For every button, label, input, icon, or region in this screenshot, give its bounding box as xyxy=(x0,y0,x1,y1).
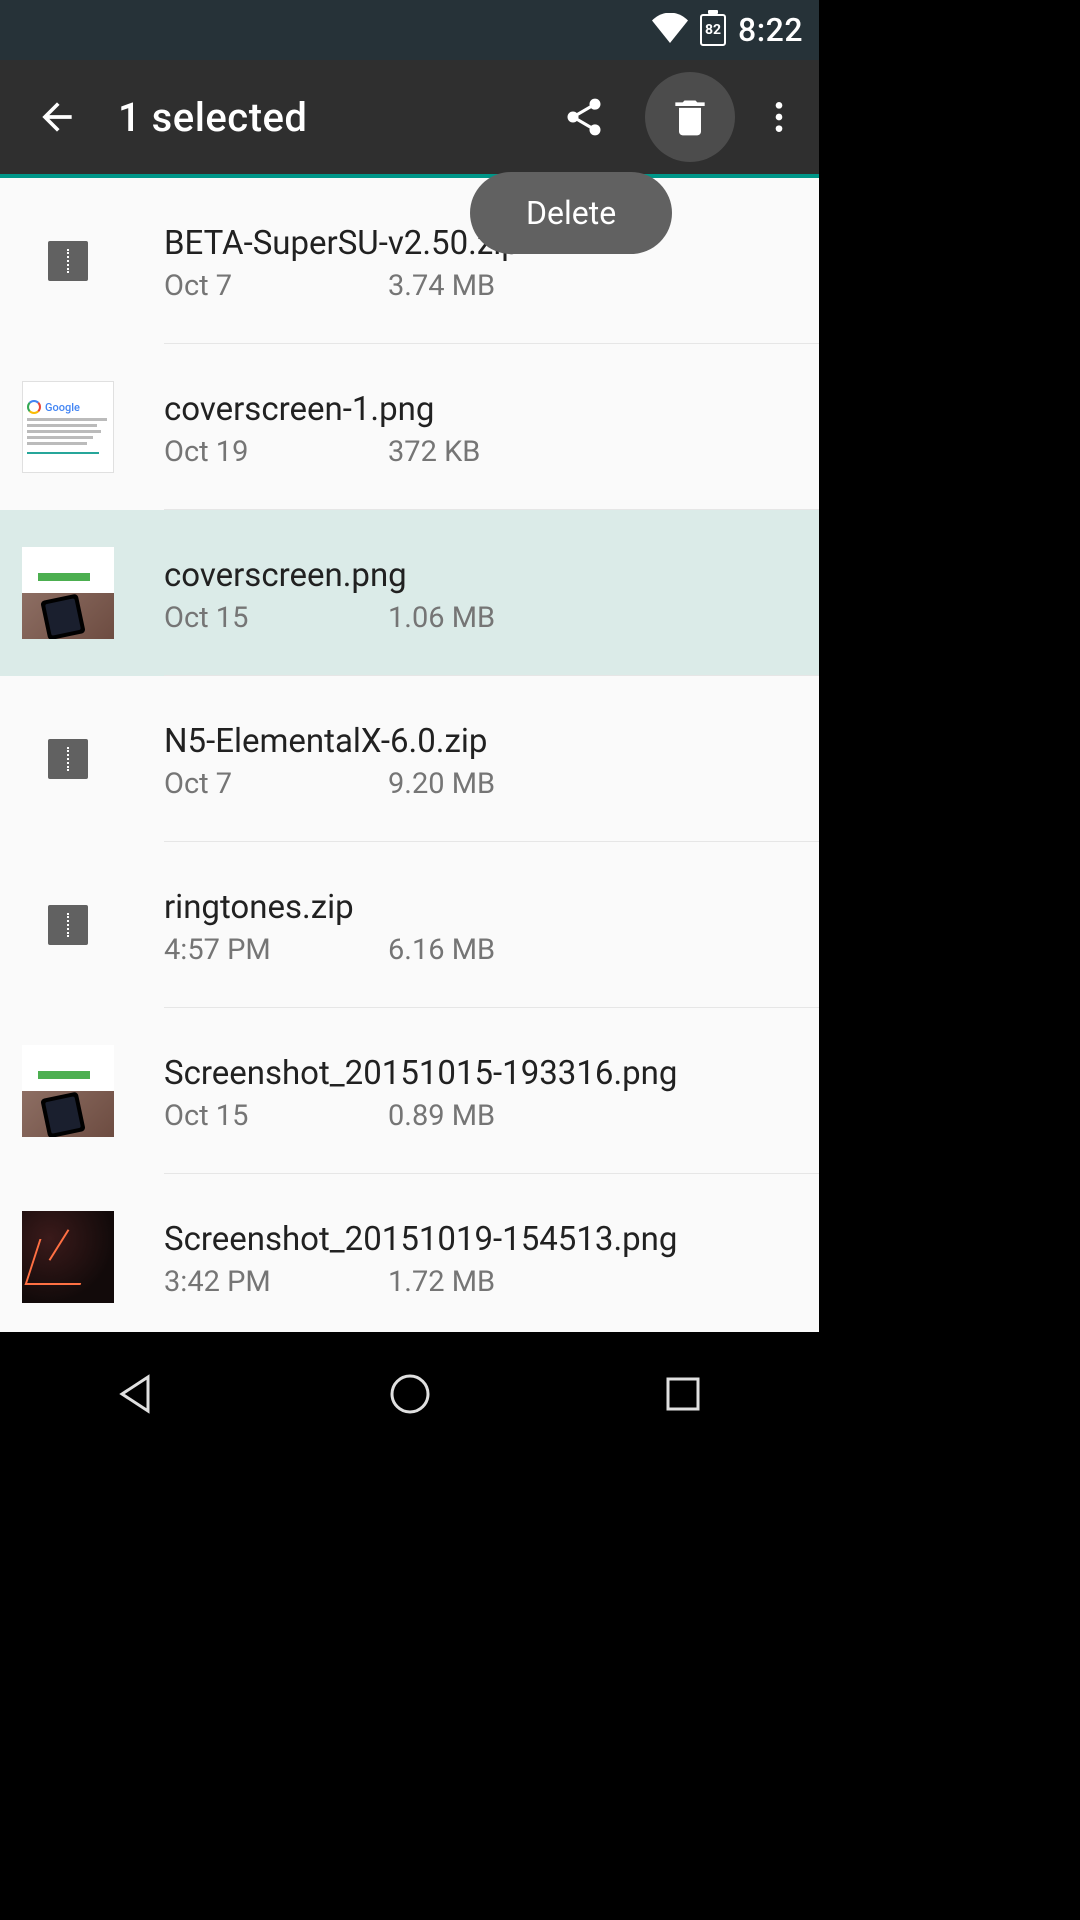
file-size: 1.72 MB xyxy=(388,1265,495,1299)
nav-home-button[interactable] xyxy=(387,1371,433,1417)
image-thumbnail: Google xyxy=(22,381,114,473)
status-clock: 8:22 xyxy=(738,11,803,49)
file-size: 1.06 MB xyxy=(388,601,495,635)
image-thumbnail xyxy=(22,1211,114,1303)
file-list[interactable]: BETA-SuperSU-v2.50.zipOct 73.74 MBGoogle… xyxy=(0,178,819,1332)
file-name: ringtones.zip xyxy=(164,888,819,927)
file-row[interactable]: Google coverscreen-1.png Oct 19372 KB xyxy=(0,344,819,510)
file-date: Oct 15 xyxy=(164,601,388,635)
wifi-icon xyxy=(652,13,688,47)
file-size: 6.16 MB xyxy=(388,933,495,967)
selection-title: 1 selected xyxy=(118,94,523,141)
file-row[interactable]: N5-ElementalX-6.0.zip Oct 79.20 MB xyxy=(0,676,819,842)
archive-icon xyxy=(48,905,88,945)
file-date: Oct 15 xyxy=(164,1099,388,1133)
delete-tooltip: Delete xyxy=(470,172,672,254)
file-row[interactable]: Screenshot_20151019-154513.png 3:42 PM1.7… xyxy=(0,1174,819,1332)
nav-recents-button[interactable] xyxy=(660,1371,706,1417)
file-size: 372 KB xyxy=(388,435,480,469)
battery-percent: 82 xyxy=(705,22,721,38)
file-name: coverscreen-1.png xyxy=(164,390,819,429)
file-date: 4:57 PM xyxy=(164,933,388,967)
file-date: 3:42 PM xyxy=(164,1265,388,1299)
file-row[interactable]: ringtones.zip 4:57 PM6.16 MB xyxy=(0,842,819,1008)
file-name: coverscreen.png xyxy=(164,556,819,595)
file-row[interactable]: BETA-SuperSU-v2.50.zipOct 73.74 MB xyxy=(0,178,819,344)
battery-icon: 82 xyxy=(700,14,726,46)
file-size: 3.74 MB xyxy=(388,269,495,303)
back-button[interactable] xyxy=(20,80,94,154)
selection-action-bar: 1 selected xyxy=(0,60,819,178)
file-size: 9.20 MB xyxy=(388,767,495,801)
image-thumbnail xyxy=(22,547,114,639)
file-name: Screenshot_20151019-154513.png xyxy=(164,1220,819,1259)
image-thumbnail xyxy=(22,1045,114,1137)
navigation-bar xyxy=(0,1332,819,1456)
overflow-menu-button[interactable] xyxy=(759,80,799,154)
delete-button[interactable] xyxy=(645,72,735,162)
file-name: N5-ElementalX-6.0.zip xyxy=(164,722,819,761)
status-bar: 82 8:22 xyxy=(0,0,819,60)
nav-back-button[interactable] xyxy=(114,1371,160,1417)
file-date: Oct 7 xyxy=(164,767,388,801)
file-size: 0.89 MB xyxy=(388,1099,495,1133)
share-button[interactable] xyxy=(547,80,621,154)
archive-icon xyxy=(48,739,88,779)
archive-icon xyxy=(48,241,88,281)
file-date: Oct 19 xyxy=(164,435,388,469)
file-name: Screenshot_20151015-193316.png xyxy=(164,1054,819,1093)
file-date: Oct 7 xyxy=(164,269,388,303)
file-row[interactable]: Screenshot_20151015-193316.png Oct 150.89… xyxy=(0,1008,819,1174)
file-row[interactable]: coverscreen.png Oct 151.06 MB xyxy=(0,510,819,676)
